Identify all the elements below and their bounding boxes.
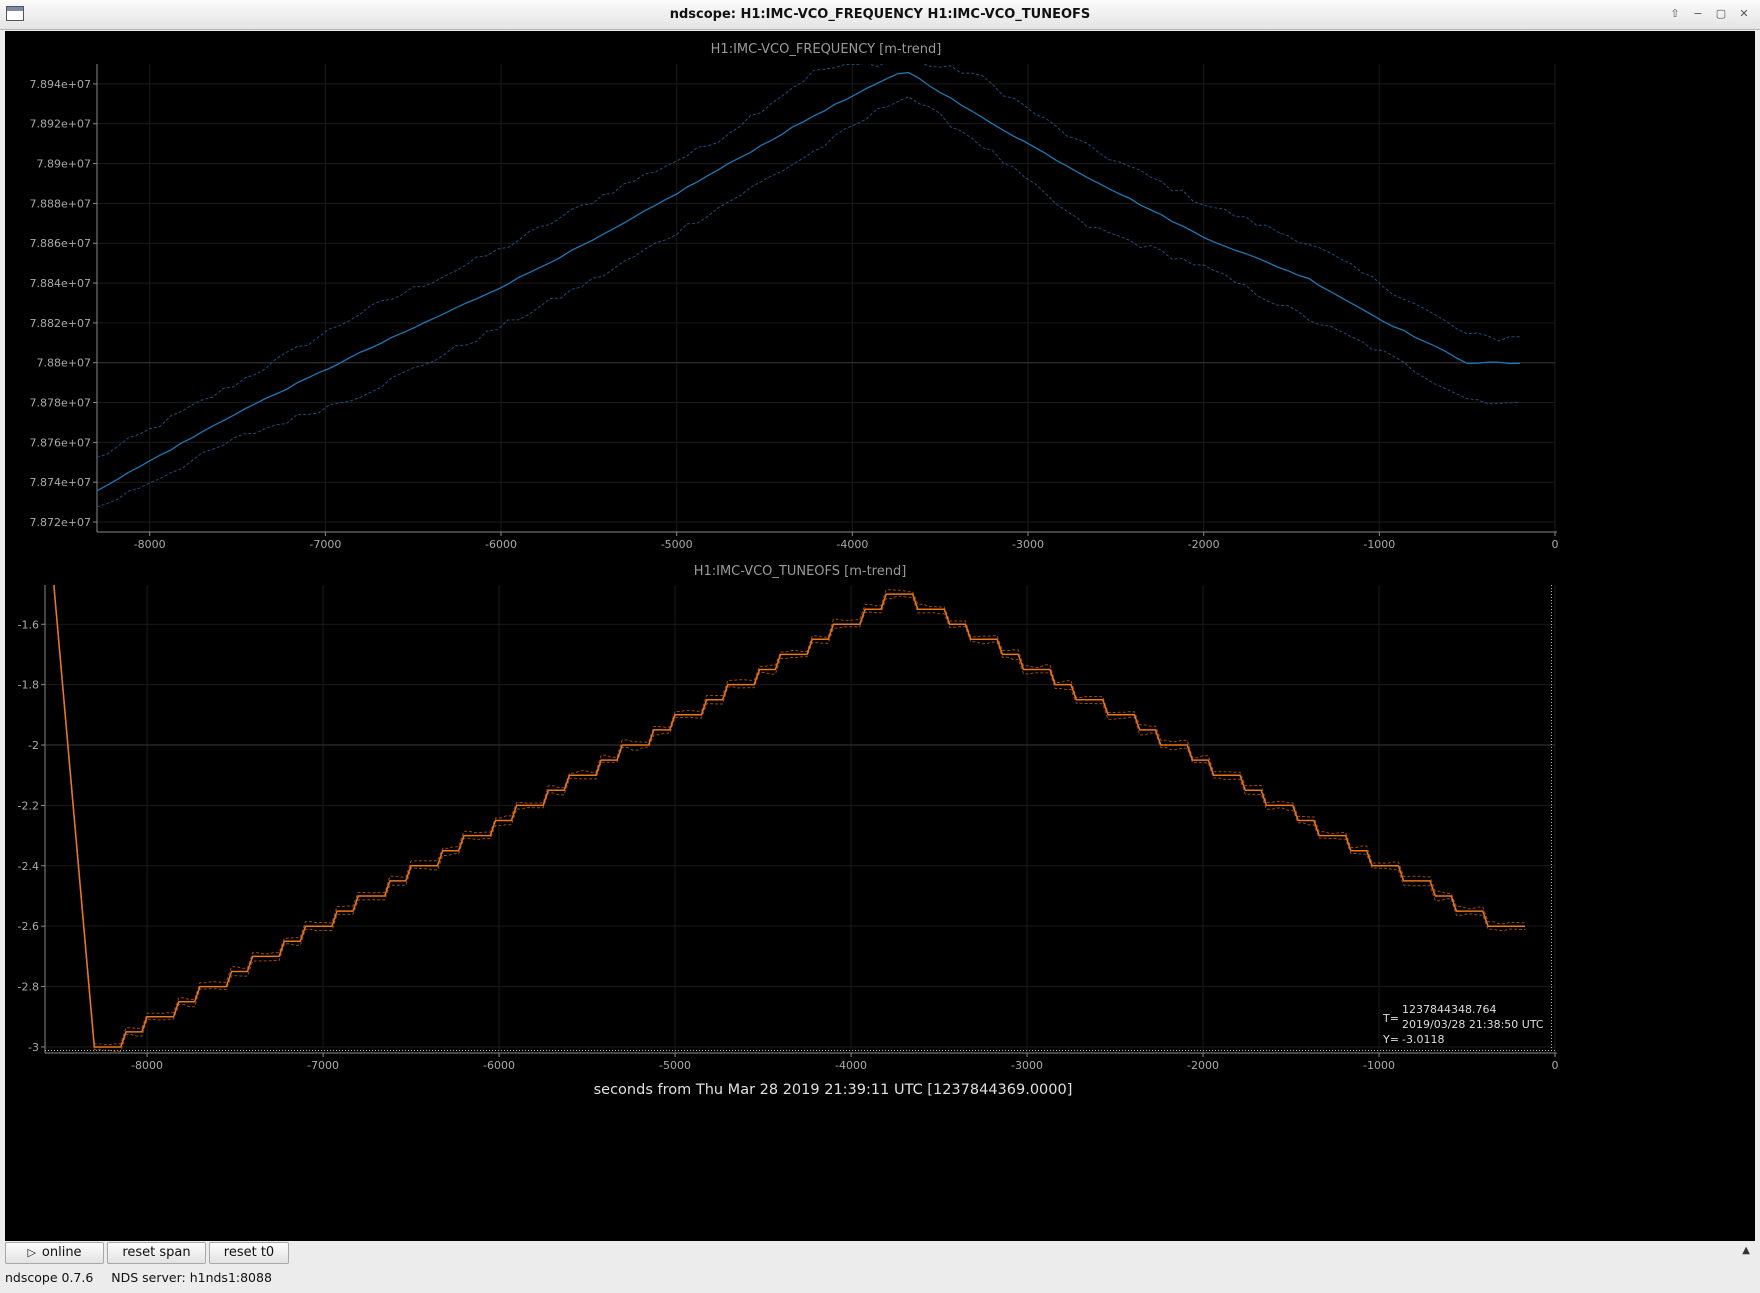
scroll-up-icon[interactable]: ▲ (1742, 1245, 1750, 1256)
y-tick-label: -2 (28, 739, 39, 752)
y-tick-label: 7.878e+07 (30, 397, 91, 410)
window-title: ndscope: H1:IMC-VCO_FREQUENCY H1:IMC-VCO… (669, 7, 1091, 22)
x-tick-label: -6000 (483, 1059, 515, 1072)
x-tick-label: -8000 (131, 1059, 163, 1072)
x-tick-label: -1000 (1363, 1059, 1395, 1072)
frequency-plot[interactable]: H1:IMC-VCO_FREQUENCY [m-trend] 7.872e+07 7… (30, 42, 1559, 551)
x-tick-label: 0 (1552, 1059, 1559, 1072)
online-button[interactable]: ▷ online (5, 1242, 104, 1264)
x-tick-label: -8000 (134, 538, 166, 551)
x-tick-label: -2000 (1187, 1059, 1219, 1072)
x-tick-label: 0 (1552, 538, 1559, 551)
plot-area (45, 585, 1555, 1053)
y-tick-label: 7.892e+07 (30, 118, 91, 131)
tuneofs-plot[interactable]: H1:IMC-VCO_TUNEOFS [m-trend] -3 -2.8 -2.6 -2… (18, 560, 1559, 1072)
scope-canvas[interactable]: H1:IMC-VCO_FREQUENCY [m-trend] 7.872e+07 7… (5, 31, 1755, 1241)
y-tick-label: 7.882e+07 (30, 317, 91, 330)
x-tick-label: -1000 (1363, 538, 1395, 551)
plot-area (97, 64, 1555, 532)
y-tick-label: 7.884e+07 (30, 277, 91, 290)
x-tick-label: -5000 (661, 538, 693, 551)
cursor-t-value: 1237844348.764 (1402, 1003, 1496, 1016)
plot-title: H1:IMC-VCO_FREQUENCY [m-trend] (711, 42, 942, 57)
x-tick-label: -4000 (835, 1059, 867, 1072)
y-tick-label: 7.874e+07 (30, 476, 91, 489)
y-tick-label: -3 (28, 1041, 39, 1054)
y-tick-label: -2.2 (18, 799, 39, 812)
title-bar: ndscope: H1:IMC-VCO_FREQUENCY H1:IMC-VCO… (0, 0, 1760, 30)
nds-server-label: NDS server: h1nds1:8088 (111, 1270, 272, 1285)
x-tick-label: -3000 (1012, 538, 1044, 551)
y-tick-label: -2.8 (18, 981, 39, 994)
reset-span-button[interactable]: reset span (107, 1242, 206, 1264)
toolbar: ▷ online reset span reset t0 ▲ (0, 1241, 1760, 1267)
y-tick-label: 7.872e+07 (30, 516, 91, 529)
cursor-t-label: T= (1382, 1012, 1399, 1025)
y-tick-label: 7.886e+07 (30, 237, 91, 250)
online-label: online (41, 1245, 82, 1260)
cursor-y-label: Y= (1382, 1033, 1399, 1046)
y-tick-label: -2.4 (18, 860, 39, 873)
x-axis-label: seconds from Thu Mar 28 2019 21:39:11 UT… (594, 1082, 1073, 1098)
shade-window-icon[interactable]: ⇧ (1665, 5, 1685, 23)
y-tick-label: -1.6 (18, 618, 39, 631)
x-tick-label: -7000 (309, 538, 341, 551)
cursor-y-value: -3.0118 (1402, 1033, 1444, 1046)
close-window-icon[interactable]: ✕ (1734, 5, 1754, 23)
status-bar: ndscope 0.7.6 NDS server: h1nds1:8088 (5, 1270, 286, 1285)
x-tick-label: -4000 (836, 538, 868, 551)
cursor-t-date: 2019/03/28 21:38:50 UTC (1402, 1018, 1544, 1031)
version-label: ndscope 0.7.6 (5, 1270, 94, 1285)
x-tick-label: -3000 (1011, 1059, 1043, 1072)
x-tick-label: -7000 (307, 1059, 339, 1072)
y-tick-label: 7.876e+07 (30, 436, 91, 449)
x-tick-label: -6000 (485, 538, 517, 551)
x-tick-label: -2000 (1188, 538, 1220, 551)
maximize-window-icon[interactable]: ▢ (1711, 5, 1731, 23)
y-tick-label: 7.894e+07 (30, 78, 91, 91)
reset-t0-button[interactable]: reset t0 (209, 1242, 289, 1264)
y-tick-label: -2.6 (18, 920, 39, 933)
y-tick-label: 7.89e+07 (37, 158, 91, 171)
window-controls: ⇧ − ▢ ✕ (1665, 5, 1754, 23)
x-tick-label: -5000 (659, 1059, 691, 1072)
plot-title: H1:IMC-VCO_TUNEOFS [m-trend] (694, 564, 907, 579)
y-tick-label: 7.88e+07 (37, 357, 91, 370)
y-tick-label: -1.8 (18, 679, 39, 692)
y-tick-label: 7.888e+07 (30, 197, 91, 210)
minimize-window-icon[interactable]: − (1688, 5, 1708, 23)
play-icon: ▷ (27, 1246, 36, 1259)
